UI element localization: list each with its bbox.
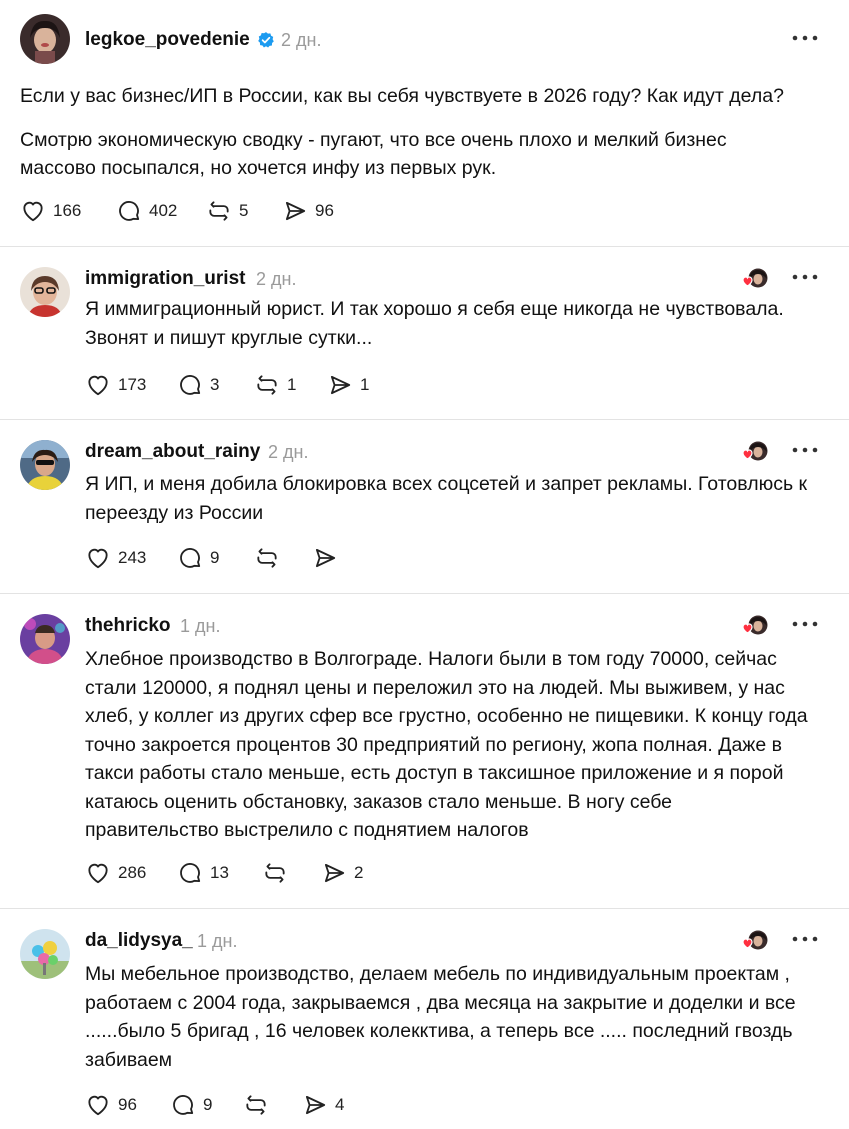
like-button[interactable]: 166 xyxy=(20,198,81,224)
comment-icon xyxy=(119,201,140,221)
like-button[interactable]: 96 xyxy=(85,1092,137,1118)
comment-button[interactable]: 9 xyxy=(170,1092,212,1118)
like-button[interactable]: 173 xyxy=(85,372,146,398)
comment-icon xyxy=(180,548,201,568)
like-button[interactable]: 286 xyxy=(85,860,146,886)
share-count: 2 xyxy=(354,863,364,882)
repost-button[interactable] xyxy=(243,1092,276,1118)
share-icon xyxy=(305,1095,326,1115)
post-paragraph: Если у вас бизнес/ИП в России, как вы се… xyxy=(20,85,784,107)
username[interactable]: legkoe_povedenie xyxy=(85,29,250,51)
share-button[interactable]: 1 xyxy=(327,372,369,398)
avatar[interactable] xyxy=(20,929,70,979)
share-button[interactable]: 96 xyxy=(282,198,334,224)
repost-icon xyxy=(265,863,285,883)
repost-button[interactable]: 1 xyxy=(254,372,296,398)
repost-button[interactable]: 5 xyxy=(206,198,248,224)
share-button[interactable]: 2 xyxy=(321,860,363,886)
repost-count: 1 xyxy=(287,375,297,394)
more-icon[interactable] xyxy=(790,614,820,634)
more-icon[interactable] xyxy=(790,440,820,460)
post-time: 2 дн. xyxy=(268,442,309,462)
avatar[interactable] xyxy=(20,267,70,317)
reply-count: 9 xyxy=(210,548,220,567)
heart-icon xyxy=(88,863,108,884)
repost-count: 5 xyxy=(239,201,249,220)
avatar[interactable] xyxy=(20,14,70,64)
heart-icon xyxy=(23,201,43,222)
share-count: 1 xyxy=(360,375,370,394)
heart-icon xyxy=(88,548,108,569)
repost-button[interactable] xyxy=(254,545,287,571)
comment-button[interactable]: 402 xyxy=(116,198,177,224)
repost-icon xyxy=(246,1095,266,1115)
username[interactable]: da_lidysya_ xyxy=(85,930,193,952)
share-count: 4 xyxy=(335,1095,345,1114)
share-button[interactable]: 4 xyxy=(302,1092,344,1118)
post-time: 1 дн. xyxy=(197,931,238,951)
share-icon xyxy=(285,201,306,221)
more-icon[interactable] xyxy=(790,929,820,949)
liked-by-author-icon xyxy=(742,268,768,288)
reply-text: Я ИП, и меня добила блокировка всех соцс… xyxy=(85,473,808,524)
comment-button[interactable]: 3 xyxy=(177,372,219,398)
like-count: 96 xyxy=(118,1095,137,1114)
comment-icon xyxy=(180,863,201,883)
more-icon[interactable] xyxy=(790,267,820,287)
username[interactable]: dream_about_rainy xyxy=(85,441,260,463)
reply-post: dream_about_rainy 2 дн. Я ИП, и меня доб… xyxy=(0,420,849,593)
reply-post: da_lidysya_ 1 дн. Мы мебельное производс… xyxy=(0,909,849,1129)
repost-icon xyxy=(257,375,277,395)
repost-button[interactable] xyxy=(262,860,295,886)
like-button[interactable]: 243 xyxy=(85,545,146,571)
liked-by-author-icon xyxy=(742,441,768,461)
post-paragraph: Смотрю экономическую сводку - пугают, чт… xyxy=(20,129,727,179)
heart-icon xyxy=(88,375,108,396)
like-count: 173 xyxy=(118,375,147,394)
repost-icon xyxy=(209,201,229,221)
reply-text: Мы мебельное производство, делаем мебель… xyxy=(85,963,796,1071)
share-count: 96 xyxy=(315,201,334,220)
like-count: 166 xyxy=(53,201,82,220)
more-icon[interactable] xyxy=(790,28,820,48)
like-count: 286 xyxy=(118,863,147,882)
share-icon xyxy=(324,863,345,883)
reply-count: 402 xyxy=(149,201,178,220)
comment-icon xyxy=(173,1095,194,1115)
repost-icon xyxy=(257,548,277,568)
verified-icon xyxy=(258,32,274,48)
reply-count: 9 xyxy=(203,1095,213,1114)
comment-button[interactable]: 13 xyxy=(177,860,229,886)
share-icon xyxy=(315,548,336,568)
post-body: Если у вас бизнес/ИП в России, как вы се… xyxy=(20,82,820,182)
reply-text: Хлебное производство в Волгограде. Налог… xyxy=(85,648,808,841)
comment-icon xyxy=(180,375,201,395)
reply-post: immigration_urist 2 дн. Я иммиграционный… xyxy=(0,247,849,419)
username[interactable]: immigration_urist xyxy=(85,268,245,290)
comment-button[interactable]: 9 xyxy=(177,545,219,571)
liked-by-author-icon xyxy=(742,930,768,950)
avatar[interactable] xyxy=(20,614,70,664)
post-time: 2 дн. xyxy=(256,269,297,289)
liked-by-author-icon xyxy=(742,615,768,635)
heart-icon xyxy=(88,1095,108,1116)
main-post: legkoe_povedenie 2 дн. Если у вас бизнес… xyxy=(0,0,849,246)
avatar[interactable] xyxy=(20,440,70,490)
post-time: 2 дн. xyxy=(281,30,322,50)
reply-count: 3 xyxy=(210,375,220,394)
post-time: 1 дн. xyxy=(180,616,221,636)
like-count: 243 xyxy=(118,548,147,567)
username[interactable]: thehricko xyxy=(85,615,171,637)
share-icon xyxy=(330,375,351,395)
reply-post: thehricko 1 дн. Хлебное производство в В… xyxy=(0,594,849,908)
reply-text: Я иммиграционный юрист. И так хорошо я с… xyxy=(85,298,784,349)
share-button[interactable] xyxy=(312,545,345,571)
reply-count: 13 xyxy=(210,863,229,882)
